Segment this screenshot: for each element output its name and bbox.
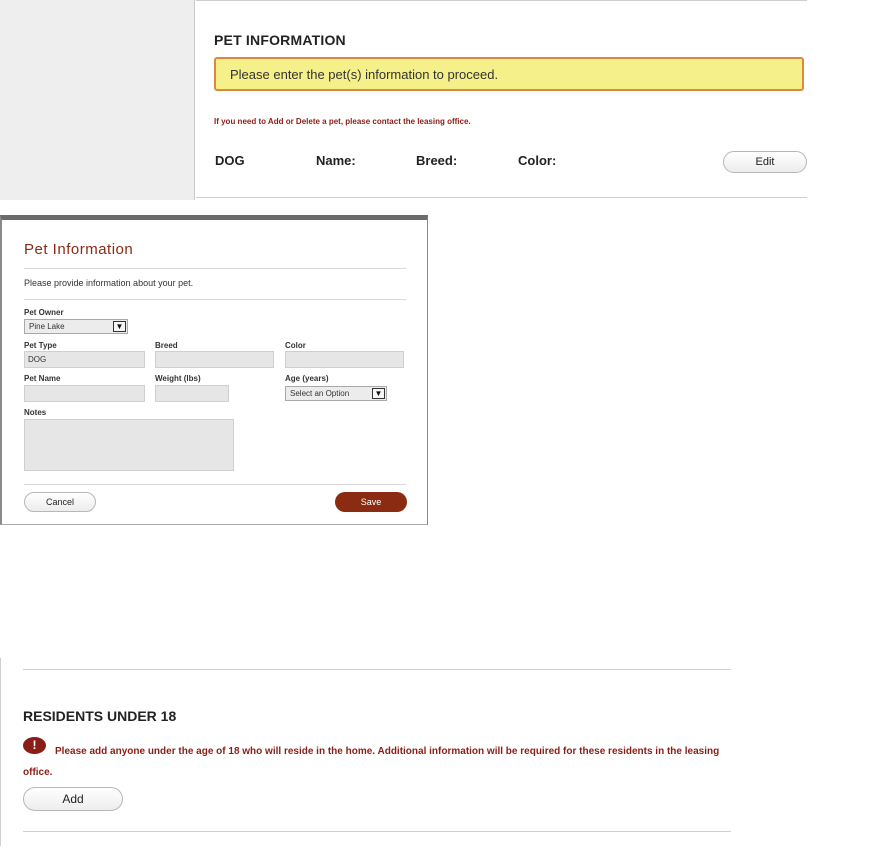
cancel-button[interactable]: Cancel xyxy=(24,492,96,512)
dialog-description: Please provide information about your pe… xyxy=(24,278,194,288)
age-select[interactable]: Select an Option ▼ xyxy=(285,386,387,401)
weight-label: Weight (lbs) xyxy=(155,374,201,383)
edit-pet-button[interactable]: Edit xyxy=(723,151,807,173)
chevron-down-icon: ▼ xyxy=(372,388,385,399)
notes-textarea[interactable] xyxy=(24,419,234,471)
pet-type-label: Pet Type xyxy=(24,341,57,350)
age-label: Age (years) xyxy=(285,374,329,383)
contact-leasing-note: If you need to Add or Delete a pet, plea… xyxy=(214,117,471,126)
pet-info-required-notice: Please enter the pet(s) information to p… xyxy=(214,57,804,91)
pet-name-field[interactable] xyxy=(24,385,145,402)
section-divider-top xyxy=(196,0,807,1)
pet-owner-select[interactable]: Pine Lake ▼ xyxy=(24,319,128,334)
residents-under-18-heading: RESIDENTS UNDER 18 xyxy=(23,708,177,724)
pet-owner-selected-value: Pine Lake xyxy=(29,322,65,331)
pet-information-heading: PET INFORMATION xyxy=(214,32,346,48)
section-divider-bottom xyxy=(196,197,807,198)
dialog-footer-divider xyxy=(24,484,406,485)
breed-field[interactable] xyxy=(155,351,274,368)
pet-type-value: DOG xyxy=(215,153,245,168)
pet-name-label: Pet Name xyxy=(24,374,61,383)
section-left-border xyxy=(0,658,1,846)
pet-color-label: Color: xyxy=(518,153,557,168)
color-label: Color xyxy=(285,341,306,350)
dialog-title: Pet Information xyxy=(24,241,134,258)
pet-information-section: PET INFORMATION Please enter the pet(s) … xyxy=(196,0,894,210)
chevron-down-icon: ▼ xyxy=(113,321,126,332)
dialog-title-divider xyxy=(24,268,406,269)
save-button[interactable]: Save xyxy=(335,492,407,512)
residents-under-18-note: Please add anyone under the age of 18 wh… xyxy=(23,746,720,778)
notes-label: Notes xyxy=(24,408,47,417)
weight-field[interactable] xyxy=(155,385,229,402)
color-field[interactable] xyxy=(285,351,404,368)
add-resident-button[interactable]: Add xyxy=(23,787,123,811)
pet-information-dialog: Pet Information Please provide informati… xyxy=(0,215,428,525)
residents-divider-bottom xyxy=(23,831,731,832)
breed-label: Breed xyxy=(155,341,178,350)
residents-divider-top xyxy=(23,669,731,670)
age-selected-value: Select an Option xyxy=(290,389,350,398)
pet-type-field[interactable]: DOG xyxy=(24,351,145,368)
pet-breed-label: Breed: xyxy=(416,153,458,168)
dialog-description-divider xyxy=(24,299,406,300)
pet-owner-label: Pet Owner xyxy=(24,308,64,317)
left-sidebar-panel xyxy=(0,0,195,200)
pet-name-label: Name: xyxy=(316,153,356,168)
